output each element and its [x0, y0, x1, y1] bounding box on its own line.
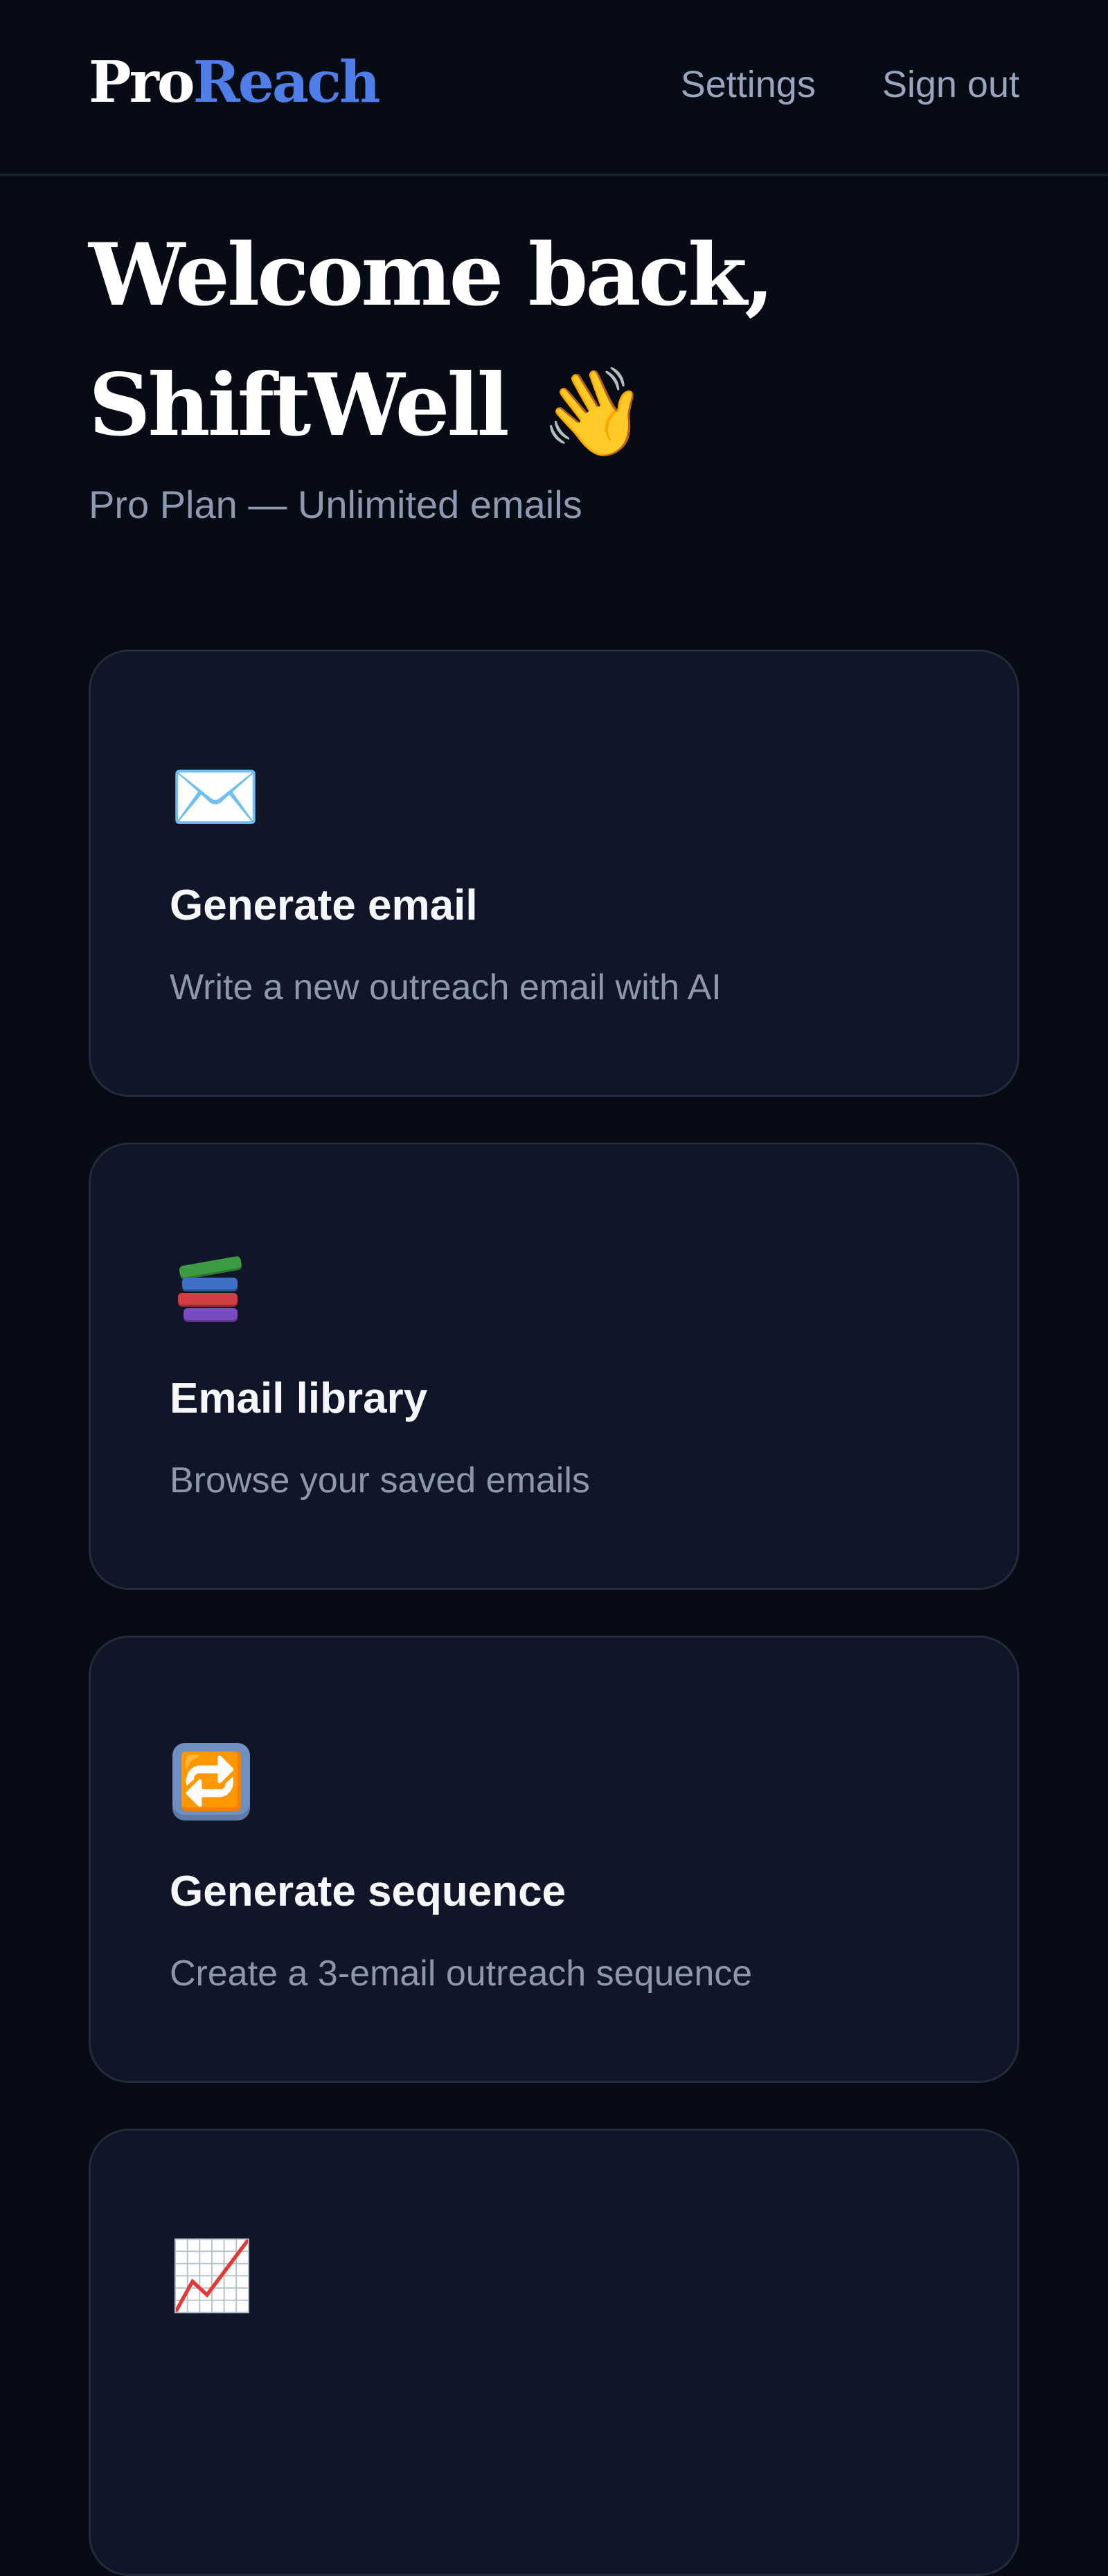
wave-icon: 👋 [540, 362, 647, 463]
brand-name-pro: Pro [89, 49, 195, 116]
repeat-icon: 🔁 [172, 1743, 250, 1821]
brand-logo[interactable]: ProReach [89, 48, 381, 116]
books-stack-icon [175, 1255, 243, 1322]
book-shape [182, 1278, 238, 1291]
email-library-description: Browse your saved emails [170, 1460, 590, 1501]
book-shape [178, 1293, 238, 1307]
sign-out-link[interactable]: Sign out [882, 62, 1019, 107]
plan-status-text: Pro Plan — Unlimited emails [89, 483, 582, 526]
account-name-line: ShiftWell 👋 [89, 341, 920, 478]
books-icon [170, 1249, 253, 1332]
email-library-title: Email library [170, 1375, 428, 1422]
account-name: ShiftWell [89, 355, 510, 456]
book-shape [178, 1255, 243, 1280]
generate-sequence-title: Generate sequence [170, 1868, 566, 1915]
top-navigation-bar: ProReach Settings Sign out [0, 0, 1108, 176]
generate-email-description: Write a new outreach email with AI [170, 967, 722, 1008]
welcome-line: Welcome back, [89, 225, 774, 325]
settings-link[interactable]: Settings [681, 62, 816, 107]
generate-sequence-description: Create a 3-email outreach sequence [170, 1953, 753, 1994]
welcome-heading: Welcome back, ShiftWell 👋 [89, 211, 920, 478]
generate-email-card[interactable]: ✉️ Generate email Write a new outreach e… [89, 650, 1019, 1097]
brand-name-reach: Reach [193, 49, 381, 116]
generate-email-title: Generate email [170, 882, 478, 929]
header-navigation: Settings Sign out [681, 62, 1019, 107]
generate-sequence-card[interactable]: 🔁 Generate sequence Create a 3-email out… [89, 1636, 1019, 2083]
book-shape [184, 1308, 238, 1322]
partially-visible-card[interactable]: 📈 [89, 2129, 1019, 2576]
email-library-card[interactable]: Email library Browse your saved emails [89, 1143, 1019, 1590]
chart-icon: 📈 [170, 2237, 255, 2316]
mail-icon: ✉️ [170, 754, 261, 839]
